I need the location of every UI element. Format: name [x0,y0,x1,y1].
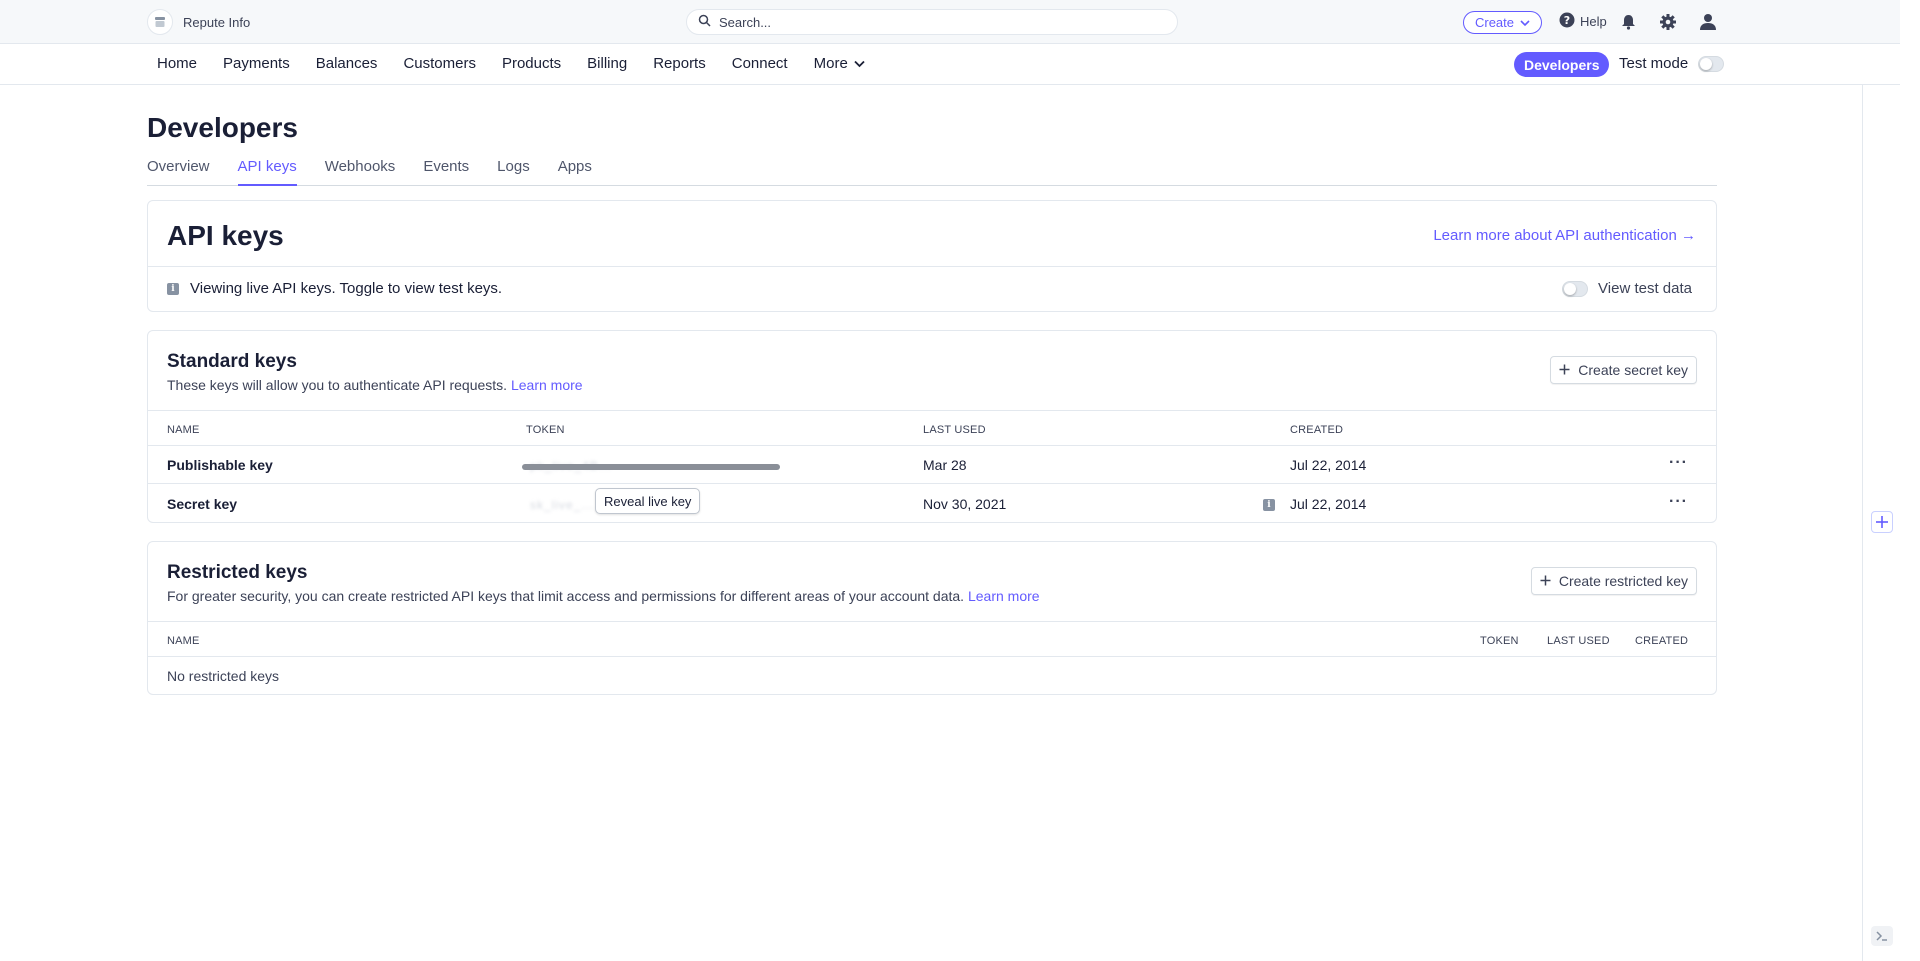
nav-home[interactable]: Home [157,55,197,72]
developer-tabs: Overview API keys Webhooks Events Logs A… [147,158,1717,186]
tab-overview[interactable]: Overview [147,158,210,186]
column-last-used: LAST USED [1547,635,1610,647]
chevron-down-icon [854,55,865,72]
key-last-used: Nov 30, 2021 [923,496,1007,512]
token-redaction [522,464,780,470]
account-name: Repute Info [183,14,251,30]
empty-state-text: No restricted keys [167,668,280,684]
page-title: Developers [147,112,298,143]
gear-icon[interactable] [1657,11,1679,33]
table-row: Publishable key pk_live_4B... Mar 28 Jul… [148,446,1716,484]
key-created: Jul 22, 2014 [1290,457,1367,473]
standard-keys-table-header: NAME TOKEN LAST USED CREATED [148,410,1716,446]
nav-balances[interactable]: Balances [316,55,378,72]
key-created: Jul 22, 2014 [1290,496,1367,512]
help-label: Help [1580,14,1607,29]
create-label: Create [1474,15,1515,30]
column-created: CREATED [1635,635,1689,647]
search-box[interactable] [686,9,1178,35]
divider [148,266,1716,267]
test-mode-switch[interactable]: Test mode [1619,55,1725,72]
standard-keys-card: Standard keys These keys will allow you … [147,330,1717,523]
key-name: Secret key [167,496,238,512]
empty-row: No restricted keys [148,657,1716,695]
column-token: TOKEN [1480,635,1519,647]
view-test-data-label: View test data [1598,280,1692,297]
live-keys-notice-text: Viewing live API keys. Toggle to view te… [190,280,503,297]
nav-billing[interactable]: Billing [587,55,627,72]
developers-button[interactable]: Developers [1514,52,1610,77]
search-icon [698,14,711,31]
plus-icon [1540,573,1551,589]
help-icon: ? [1559,12,1575,31]
table-row: Secret key sk_live_... Reveal live key N… [148,485,1716,523]
store-icon [147,9,173,35]
info-icon: i [167,282,179,295]
nav-connect[interactable]: Connect [732,55,788,72]
user-icon[interactable] [1697,11,1719,33]
create-restricted-key-button[interactable]: Create restricted key [1530,567,1697,595]
terminal-icon[interactable] [1871,926,1893,946]
tab-logs[interactable]: Logs [497,158,530,186]
view-test-data-toggle[interactable] [1562,280,1589,297]
restricted-keys-table-header: NAME TOKEN LAST USED CREATED [148,621,1716,657]
api-keys-card: API keys Learn more about API authentica… [147,200,1717,312]
create-button[interactable]: Create [1463,11,1542,34]
test-mode-label: Test mode [1619,55,1689,72]
nav-payments[interactable]: Payments [223,55,290,72]
standard-keys-title: Standard keys [167,351,297,372]
reveal-live-key-button[interactable]: Reveal live key [595,488,701,514]
nav-more[interactable]: More [814,55,865,72]
standard-keys-description-text: These keys will allow you to authenticat… [167,377,508,393]
column-created: CREATED [1290,424,1344,436]
restricted-keys-title: Restricted keys [167,562,308,583]
svg-text:?: ? [1564,14,1570,27]
column-token: TOKEN [526,424,565,436]
test-mode-toggle[interactable] [1698,55,1725,72]
api-keys-title: API keys [167,220,284,251]
column-name: NAME [167,635,200,647]
key-name: Publishable key [167,457,273,473]
key-token: sk_live_... [530,498,595,512]
column-name: NAME [167,424,200,436]
restricted-keys-description-text: For greater security, you can create res… [167,588,965,604]
restricted-keys-card: Restricted keys For greater security, yo… [147,541,1717,695]
key-last-used: Mar 28 [923,457,967,473]
live-keys-notice: i Viewing live API keys. Toggle to view … [167,280,502,297]
tab-webhooks[interactable]: Webhooks [325,158,396,186]
view-test-data-switch[interactable]: View test data [1562,280,1692,297]
nav-products[interactable]: Products [502,55,561,72]
nav-reports[interactable]: Reports [653,55,706,72]
create-secret-key-button[interactable]: Create secret key [1550,356,1697,384]
nav-customers[interactable]: Customers [403,55,476,72]
tab-events[interactable]: Events [423,158,469,186]
create-restricted-key-label: Create restricted key [1558,573,1688,589]
info-icon[interactable]: i [1263,499,1275,511]
more-options-icon[interactable]: ··· [1669,454,1688,472]
restricted-keys-description: For greater security, you can create res… [167,588,1040,604]
top-bar: Repute Info Create ? Help [0,0,1900,44]
plus-icon [1559,362,1570,378]
main-nav: Home Payments Balances Customers Product… [0,45,1900,85]
help-button[interactable]: ? Help [1559,12,1607,31]
nav-more-label: More [813,55,848,72]
search-input[interactable] [719,14,1139,30]
tab-apps[interactable]: Apps [558,158,592,186]
more-options-icon[interactable]: ··· [1669,493,1688,511]
column-last-used: LAST USED [923,424,986,436]
standard-keys-description: These keys will allow you to authenticat… [167,377,583,393]
restricted-keys-learn-more-link[interactable]: Learn more [968,588,1040,604]
bell-icon[interactable] [1617,11,1639,33]
tab-api-keys[interactable]: API keys [237,158,297,186]
learn-api-auth-link[interactable]: Learn more about API authentication → [1433,227,1696,244]
account-switcher[interactable]: Repute Info [147,9,250,35]
chevron-down-icon [1520,15,1530,30]
plus-icon[interactable] [1871,511,1893,533]
standard-keys-learn-more-link[interactable]: Learn more [511,377,583,393]
create-secret-key-label: Create secret key [1578,362,1688,378]
